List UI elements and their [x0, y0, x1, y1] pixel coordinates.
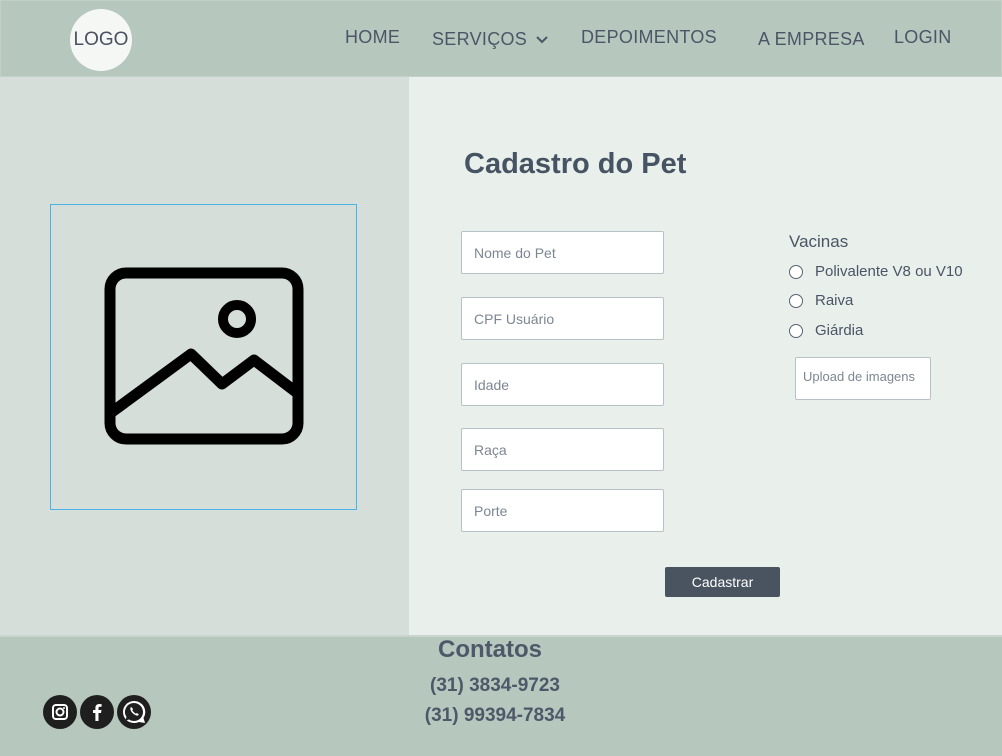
instagram-icon[interactable] — [43, 695, 77, 729]
nav-servicos-label: SERVIÇOS — [432, 29, 528, 49]
submit-button[interactable]: Cadastrar — [665, 567, 780, 597]
chevron-down-icon — [536, 35, 548, 43]
nav-home[interactable]: HOME — [345, 27, 400, 48]
nav-depoimentos[interactable]: DEPOIMENTOS — [581, 27, 717, 48]
pet-name-input[interactable] — [461, 231, 664, 274]
nav-login[interactable]: LOGIN — [894, 27, 952, 48]
vaccine-option-raiva[interactable]: Raiva — [789, 292, 853, 309]
vaccines-title: Vacinas — [789, 232, 849, 251]
page-title: Cadastro do Pet — [464, 148, 687, 180]
age-input[interactable] — [461, 363, 664, 406]
image-icon — [104, 267, 303, 445]
image-placeholder[interactable] — [50, 204, 357, 510]
radio-button[interactable] — [789, 323, 803, 338]
phone-number: (31) 3834-9723 — [430, 675, 560, 696]
vaccine-label: Polivalente V8 ou V10 — [815, 263, 963, 280]
nav-depoimentos-label: DEPOIMENTOS — [581, 27, 717, 47]
radio-button[interactable] — [789, 293, 803, 308]
vaccine-label: Raiva — [815, 292, 854, 309]
vaccine-option-giardia[interactable]: Giárdia — [789, 322, 863, 339]
radio-button[interactable] — [789, 264, 803, 279]
nav-login-label: LOGIN — [894, 27, 952, 47]
nav-home-label: HOME — [345, 27, 401, 47]
upload-images-button[interactable]: Upload de imagens — [795, 357, 931, 400]
nav-servicos[interactable]: SERVIÇOS — [432, 29, 549, 50]
nav-empresa-label: A EMPRESA — [758, 29, 865, 49]
vaccine-option-polivalente[interactable]: Polivalente V8 ou V10 — [789, 263, 963, 280]
vaccine-label: Giárdia — [815, 322, 864, 339]
header: LOGO HOME SERVIÇOS DEPOIMENTOS A EMPRESA… — [0, 0, 1002, 77]
cpf-input[interactable] — [461, 297, 664, 340]
whatsapp-icon[interactable] — [117, 695, 151, 729]
size-input[interactable] — [461, 489, 664, 532]
nav-empresa[interactable]: A EMPRESA — [758, 29, 865, 50]
contact-title: Contatos — [438, 636, 542, 663]
breed-input[interactable] — [461, 428, 664, 471]
facebook-icon[interactable] — [80, 695, 114, 729]
logo[interactable]: LOGO — [70, 9, 132, 71]
